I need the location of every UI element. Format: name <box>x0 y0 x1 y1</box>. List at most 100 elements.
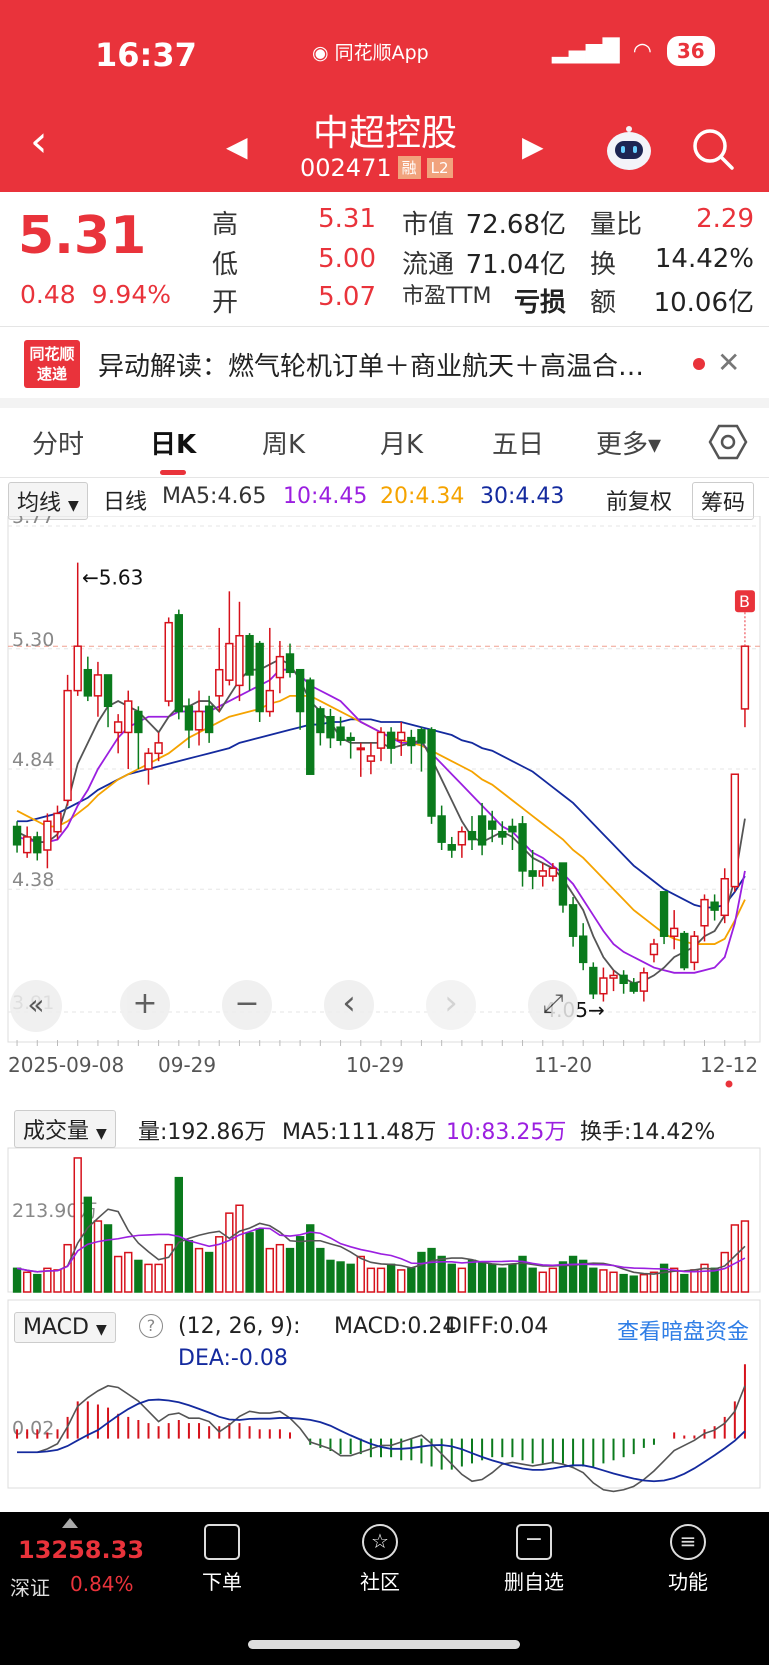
zoom-out-button[interactable]: − <box>222 980 272 1030</box>
index-percent: 0.84% <box>70 1572 134 1596</box>
volume-bar <box>457 1267 467 1293</box>
candle-body <box>558 862 568 906</box>
rewind-button[interactable]: « <box>10 980 62 1032</box>
amount-value: 10.06亿 <box>653 288 754 318</box>
ma20-value: 20:4.34 <box>380 484 465 509</box>
adjust-mode[interactable]: 前复权 <box>606 484 672 516</box>
candle-body <box>447 844 456 851</box>
volume-bar <box>63 1243 72 1293</box>
candle-body <box>245 634 254 676</box>
chips-button[interactable]: 筹码 <box>692 482 755 520</box>
indicator-selector-label: 均线 <box>17 491 62 516</box>
candle-body <box>417 729 426 744</box>
help-icon[interactable]: ? <box>139 1314 163 1338</box>
candle-body <box>639 972 649 992</box>
volume-bar <box>376 1267 386 1293</box>
diff-value: DIFF:0.04 <box>445 1314 549 1339</box>
candle-body <box>427 729 436 817</box>
close-icon[interactable]: ✕ <box>717 346 740 379</box>
search-icon[interactable] <box>690 126 736 172</box>
volume-bar <box>710 1267 719 1293</box>
nav-community[interactable]: ☆ 社区 <box>340 1524 420 1595</box>
candle-body <box>63 689 72 802</box>
scroll-left-button[interactable]: ‹ <box>324 980 374 1030</box>
back-button[interactable]: ‹ <box>30 120 48 164</box>
section-divider <box>0 398 769 408</box>
margin-tag: 融 <box>397 156 421 179</box>
status-icons: ▂▄▆█ ◠ 36 <box>552 36 715 66</box>
candle-body <box>53 812 62 833</box>
prev-stock-button[interactable]: ◀ <box>226 130 248 163</box>
volume-bar <box>124 1251 133 1293</box>
tab-monthly-k[interactable]: 月K <box>380 424 423 461</box>
dark-pool-link[interactable]: 查看暗盘资金 <box>617 1314 749 1346</box>
fullscreen-button[interactable]: ⤢ <box>528 980 578 1030</box>
x-tick-label: 12-12 <box>700 1053 758 1077</box>
status-time: 16:37 <box>95 36 197 74</box>
macd-selector[interactable]: MACD ▼ <box>14 1312 116 1343</box>
volume-bar <box>447 1263 456 1293</box>
open-value: 5.07 <box>318 282 376 312</box>
high-label: 高 <box>212 210 239 240</box>
settings-icon[interactable] <box>708 422 748 462</box>
change-amount: 0.48 <box>20 280 76 309</box>
chevron-down-icon: ▼ <box>96 1126 107 1142</box>
candle-body <box>285 653 295 674</box>
tab-daily-k[interactable]: 日K <box>150 424 196 461</box>
candle-body <box>295 668 305 713</box>
float-value: 71.04亿 <box>465 250 566 280</box>
ai-assistant-icon[interactable] <box>604 124 654 172</box>
pe-value: 亏损 <box>513 288 566 318</box>
news-text[interactable]: 异动解读：燃气轮机订单＋商业航天＋高温合… <box>98 346 678 383</box>
candle-body <box>397 731 406 742</box>
home-indicator <box>248 1640 520 1649</box>
stock-name: 中超控股 <box>313 113 458 154</box>
indicator-selector[interactable]: 均线 ▼ <box>8 482 88 520</box>
tab-weekly-k[interactable]: 周K <box>262 424 305 461</box>
ma30-value: 30:4.43 <box>480 484 565 509</box>
l2-tag: L2 <box>426 158 453 178</box>
tab-five-day[interactable]: 五日 <box>492 424 544 461</box>
candle-body <box>225 642 234 681</box>
zoom-in-button[interactable]: + <box>120 980 170 1030</box>
candle-body <box>619 974 628 985</box>
next-stock-button[interactable]: ▶ <box>522 130 544 163</box>
chevron-down-icon: ▼ <box>68 498 79 514</box>
volume-ratio-label: 量比 <box>590 210 643 240</box>
tab-intraday[interactable]: 分时 <box>32 424 84 461</box>
scroll-right-button[interactable]: › <box>426 980 476 1030</box>
volume-bar <box>720 1251 729 1293</box>
unread-dot <box>693 358 705 370</box>
nav-remove-watchlist[interactable]: − 删自选 <box>494 1524 574 1595</box>
volume-bar <box>93 1220 103 1293</box>
news-logo-top: 同花顺 <box>29 345 75 363</box>
expand-up-icon[interactable] <box>62 1518 78 1528</box>
amount-label: 额 <box>590 288 617 318</box>
mktcap-label: 市值 <box>402 210 455 240</box>
nav-functions[interactable]: ≡ 功能 <box>648 1524 728 1595</box>
volume-selector[interactable]: 成交量 ▼ <box>14 1110 116 1148</box>
volume-bar <box>488 1263 497 1293</box>
volume-bar <box>154 1263 163 1293</box>
x-tick-label: 2025-09-08 <box>8 1053 124 1077</box>
candle-body <box>83 668 93 697</box>
volume-bar <box>22 1271 32 1293</box>
nav-order[interactable]: 下单 <box>182 1524 262 1595</box>
candle-body <box>548 867 558 877</box>
volume-bar <box>417 1251 426 1293</box>
news-logo: 同花顺 速递 <box>24 340 80 388</box>
dea-value: DEA:-0.08 <box>178 1346 288 1371</box>
candle-body <box>33 836 42 854</box>
candle-body <box>194 710 204 731</box>
tab-more[interactable]: 更多▾ <box>596 424 661 461</box>
volume-bar <box>579 1259 588 1293</box>
candle-body <box>457 830 467 846</box>
buy-signal-label: B <box>739 592 750 611</box>
index-value[interactable]: 13258.33 <box>18 1536 144 1564</box>
candle-body <box>498 830 507 838</box>
y-tick-label: 5.77 <box>12 516 54 528</box>
volume-turnover: 换手:14.42% <box>580 1120 716 1145</box>
volume-bar <box>477 1261 487 1293</box>
candle-body <box>720 877 729 917</box>
volume-bar <box>629 1275 638 1293</box>
